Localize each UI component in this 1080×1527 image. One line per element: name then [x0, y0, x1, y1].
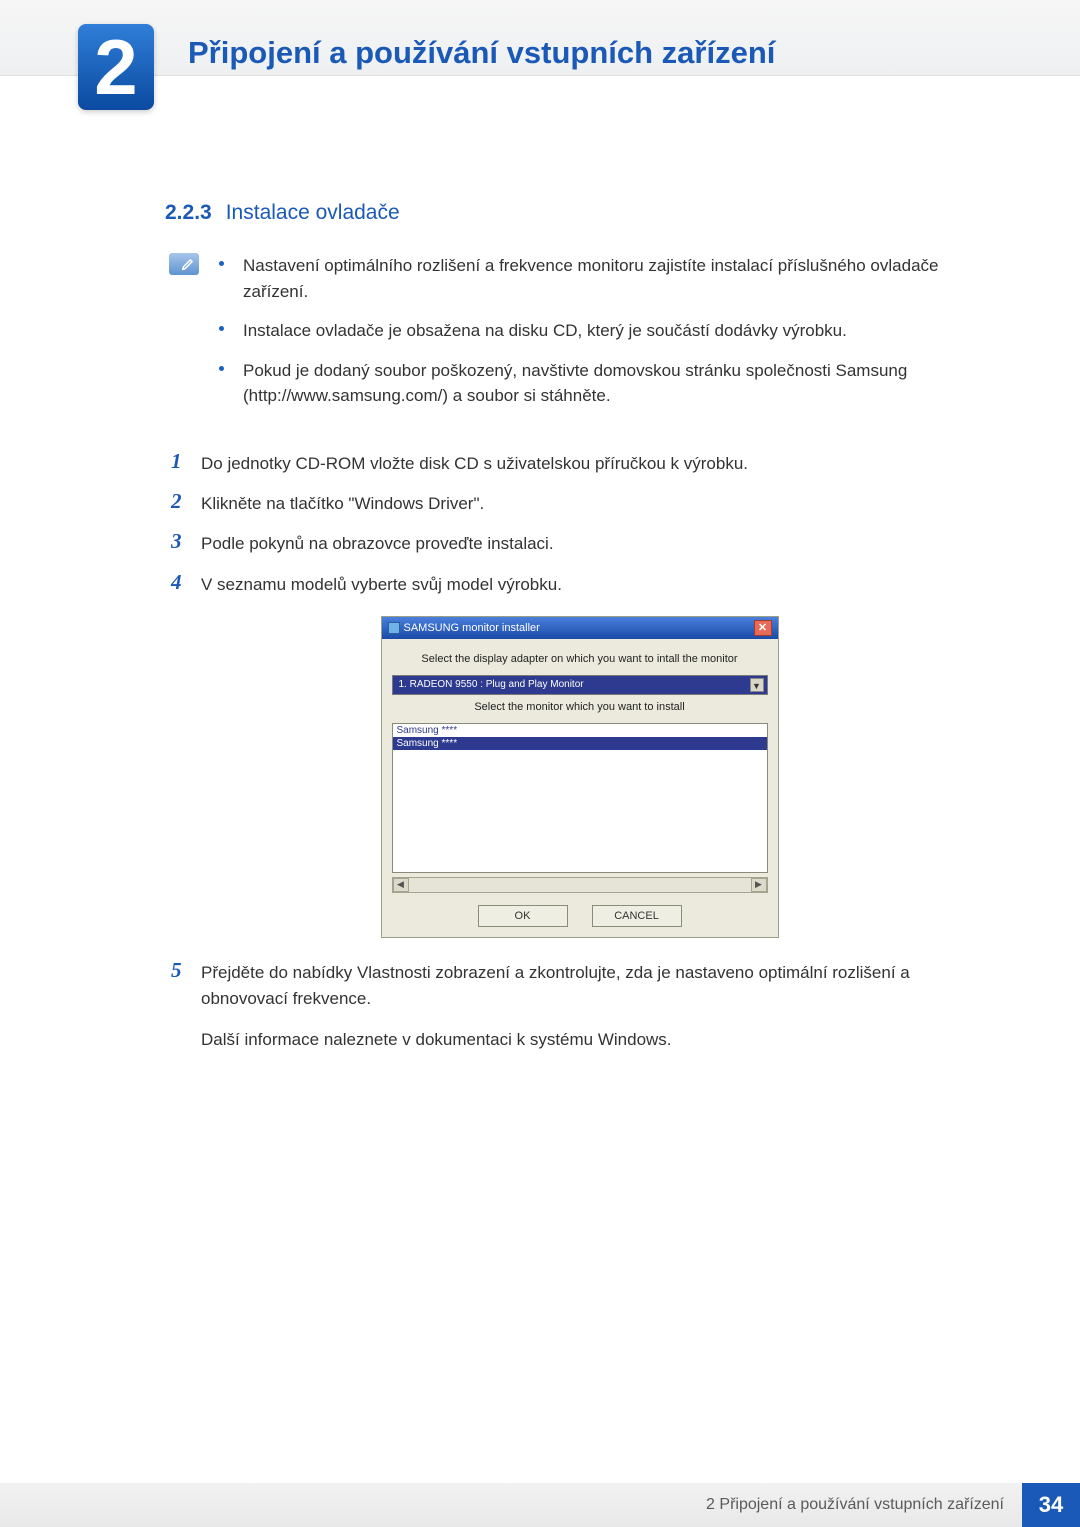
- section-number: 2.2.3: [165, 201, 212, 224]
- step-item: 2 Klikněte na tlačítko "Windows Driver".: [171, 489, 988, 517]
- adapter-select[interactable]: 1. RADEON 9550 : Plug and Play Monitor ▼: [392, 675, 768, 695]
- note-item: Instalace ovladače je obsažena na disku …: [219, 318, 988, 344]
- step-extra-text: Další informace naleznete v dokumentaci …: [201, 1027, 988, 1053]
- chapter-badge: 2: [78, 24, 154, 110]
- close-button[interactable]: ✕: [754, 620, 772, 636]
- ok-button[interactable]: OK: [478, 905, 568, 927]
- step-number: 3: [171, 529, 201, 554]
- note-text: Pokud je dodaný soubor poškozený, navšti…: [243, 361, 907, 406]
- section-title: Instalace ovladače: [226, 201, 400, 224]
- note-item: Pokud je dodaný soubor poškozený, navšti…: [219, 358, 988, 409]
- note-block: Nastavení optimálního rozlišení a frekve…: [169, 253, 988, 423]
- chapter-title: Připojení a používání vstupních zařízení: [188, 35, 775, 71]
- step-number: 2: [171, 489, 201, 514]
- page-content: 2.2.3 Instalace ovladače Nastavení optimá…: [0, 76, 1080, 1053]
- list-item[interactable]: Samsung ****: [393, 724, 767, 737]
- adapter-select-value: 1. RADEON 9550 : Plug and Play Monitor: [399, 679, 584, 690]
- installer-title-left: SAMSUNG monitor installer: [388, 622, 540, 634]
- bullet-icon: [219, 326, 224, 331]
- scroll-right-icon[interactable]: ▶: [751, 878, 767, 892]
- monitor-label: Select the monitor which you want to ins…: [392, 701, 768, 713]
- horizontal-scrollbar[interactable]: ◀ ▶: [392, 877, 768, 893]
- step-text: Přejděte do nabídky Vlastnosti zobrazení…: [201, 958, 988, 1013]
- step-item: 1 Do jednotky CD-ROM vložte disk CD s už…: [171, 449, 988, 477]
- page-footer: 2 Připojení a používání vstupních zaříze…: [0, 1483, 1080, 1527]
- step-text: V seznamu modelů vyberte svůj model výro…: [201, 570, 988, 598]
- note-icon: [169, 253, 199, 275]
- installer-dialog: SAMSUNG monitor installer ✕ Select the d…: [381, 616, 779, 938]
- note-item: Nastavení optimálního rozlišení a frekve…: [219, 253, 988, 304]
- page-number: 34: [1039, 1492, 1063, 1518]
- dropdown-arrow-icon: ▼: [750, 678, 764, 692]
- bullet-icon: [219, 261, 224, 266]
- page-number-badge: 34: [1022, 1483, 1080, 1527]
- installer-buttons: OK CANCEL: [392, 905, 768, 927]
- scroll-left-icon[interactable]: ◀: [393, 878, 409, 892]
- step-item: 4 V seznamu modelů vyberte svůj model vý…: [171, 570, 988, 598]
- step-item: 5 Přejděte do nabídky Vlastnosti zobraze…: [171, 958, 988, 1013]
- monitor-list[interactable]: Samsung **** Samsung ****: [392, 723, 768, 873]
- footer-text: 2 Připojení a používání vstupních zaříze…: [706, 1496, 1004, 1514]
- step-number: 4: [171, 570, 201, 595]
- list-item[interactable]: Samsung ****: [393, 737, 767, 750]
- step-item: 3 Podle pokynů na obrazovce proveďte ins…: [171, 529, 988, 557]
- step-text: Podle pokynů na obrazovce proveďte insta…: [201, 529, 988, 557]
- step-text: Do jednotky CD-ROM vložte disk CD s uživ…: [201, 449, 988, 477]
- note-text: Instalace ovladače je obsažena na disku …: [243, 321, 847, 340]
- note-bullets: Nastavení optimálního rozlišení a frekve…: [219, 253, 988, 423]
- app-icon: [388, 622, 400, 634]
- chapter-number: 2: [94, 28, 137, 106]
- step-number: 1: [171, 449, 201, 474]
- step-number: 5: [171, 958, 201, 983]
- note-text: Nastavení optimálního rozlišení a frekve…: [243, 256, 938, 301]
- section-heading: 2.2.3 Instalace ovladače: [165, 201, 988, 225]
- adapter-label: Select the display adapter on which you …: [392, 653, 768, 665]
- steps-list: 1 Do jednotky CD-ROM vložte disk CD s už…: [171, 449, 988, 1053]
- installer-titlebar: SAMSUNG monitor installer ✕: [382, 617, 778, 639]
- installer-body: Select the display adapter on which you …: [382, 639, 778, 937]
- installer-title-text: SAMSUNG monitor installer: [404, 622, 540, 634]
- cancel-button[interactable]: CANCEL: [592, 905, 682, 927]
- bullet-icon: [219, 366, 224, 371]
- step-text: Klikněte na tlačítko "Windows Driver".: [201, 489, 988, 517]
